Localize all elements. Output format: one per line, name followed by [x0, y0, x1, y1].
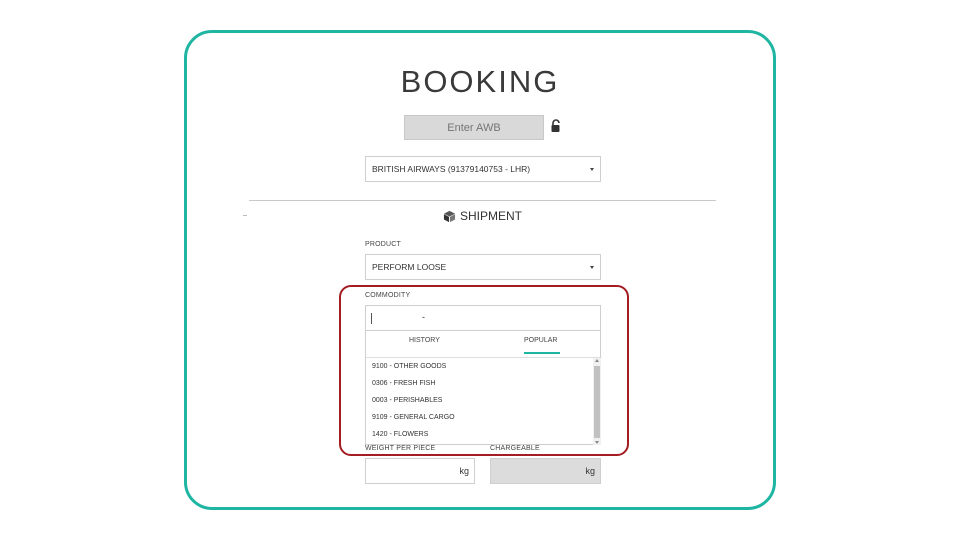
product-select-value: PERFORM LOOSE — [372, 262, 447, 272]
airline-select[interactable]: BRITISH AIRWAYS (91379140753 - LHR) — [365, 156, 601, 182]
chevron-down-icon — [590, 168, 594, 171]
weight-per-piece-input[interactable]: kg — [365, 458, 475, 484]
page-title: BOOKING — [400, 64, 560, 99]
chevron-down-icon — [590, 266, 594, 269]
unlocked-padlock-icon[interactable] — [550, 119, 562, 133]
product-select[interactable]: PERFORM LOOSE — [365, 254, 601, 280]
shipment-heading-text: SHIPMENT — [460, 209, 523, 223]
awb-input[interactable] — [404, 115, 544, 140]
shipment-section-heading: SHIPMENT — [443, 209, 522, 223]
chargeable-weight-field: kg — [490, 458, 601, 484]
divider-mark — [243, 215, 247, 216]
chargeable-unit: kg — [585, 466, 595, 476]
package-box-icon — [443, 210, 456, 222]
product-label: PRODUCT — [365, 241, 402, 248]
section-divider — [249, 200, 716, 201]
commodity-highlight-box — [339, 285, 629, 456]
airline-select-value: BRITISH AIRWAYS (91379140753 - LHR) — [372, 164, 531, 174]
weight-unit: kg — [459, 466, 469, 476]
